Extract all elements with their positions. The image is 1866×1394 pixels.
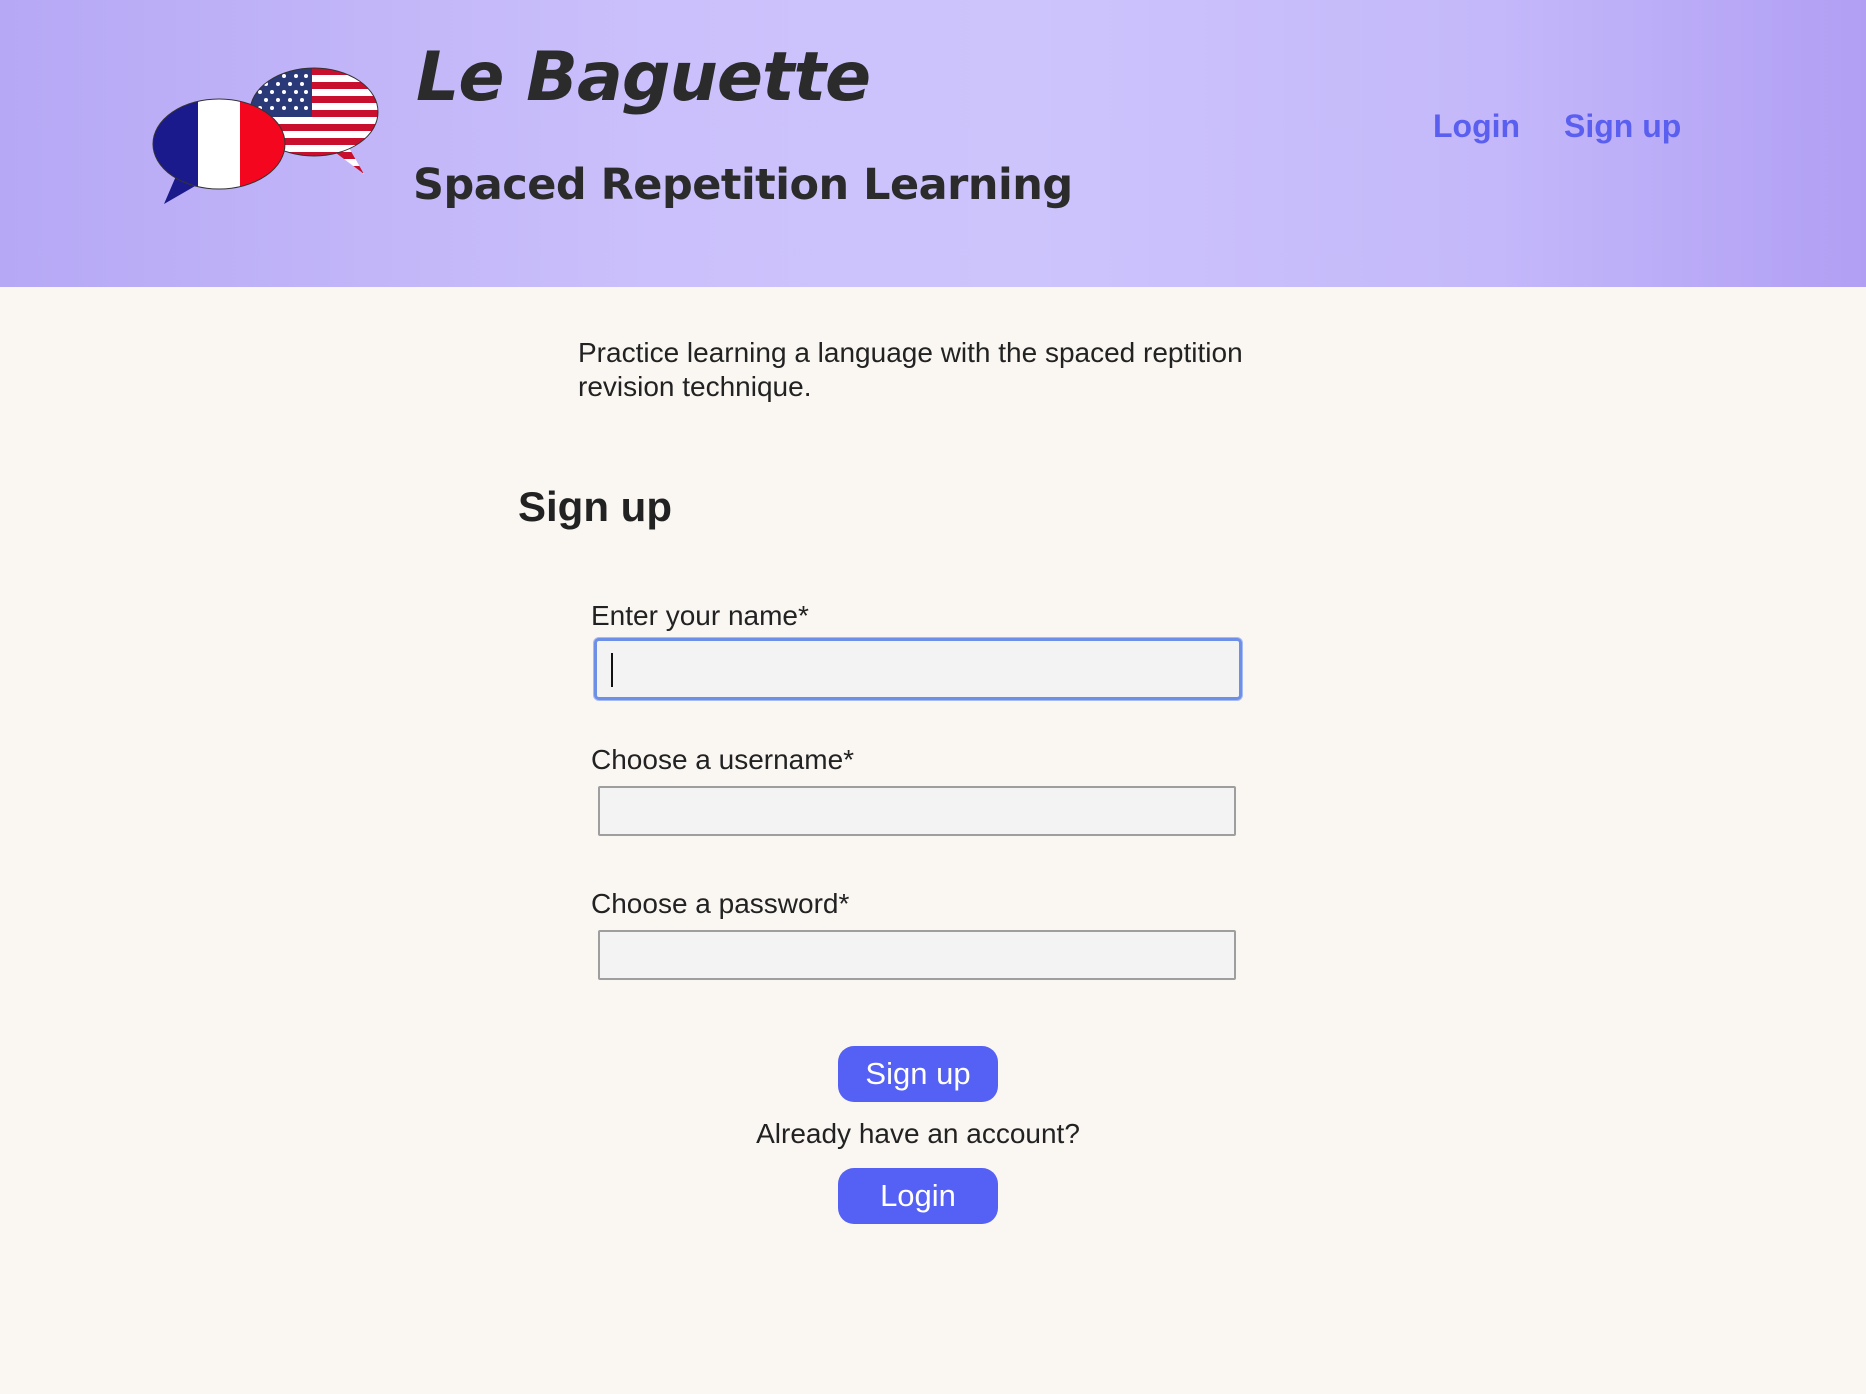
text-caret xyxy=(611,653,613,687)
password-field-label: Choose a password* xyxy=(591,888,850,919)
login-button[interactable]: Login xyxy=(838,1168,998,1224)
speech-bubbles-flags-icon xyxy=(152,67,379,204)
nav-login-link[interactable]: Login xyxy=(1433,108,1520,145)
site-header: Le Baguette Spaced Repetition Learning L… xyxy=(0,0,1866,287)
page-title: Sign up xyxy=(518,483,672,530)
already-have-account-text: Already have an account? xyxy=(756,1118,1080,1149)
intro-text: Practice learning a language with the sp… xyxy=(578,337,1243,402)
name-field-label: Enter your name* xyxy=(591,600,809,631)
app-title: Le Baguette xyxy=(416,38,871,117)
username-input[interactable] xyxy=(598,786,1236,836)
name-input[interactable] xyxy=(594,638,1242,700)
password-input[interactable] xyxy=(598,930,1236,980)
signup-button[interactable]: Sign up xyxy=(838,1046,998,1102)
nav-signup-link[interactable]: Sign up xyxy=(1564,108,1681,145)
app-subtitle: Spaced Repetition Learning xyxy=(413,160,1073,210)
username-field-label: Choose a username* xyxy=(591,744,855,775)
